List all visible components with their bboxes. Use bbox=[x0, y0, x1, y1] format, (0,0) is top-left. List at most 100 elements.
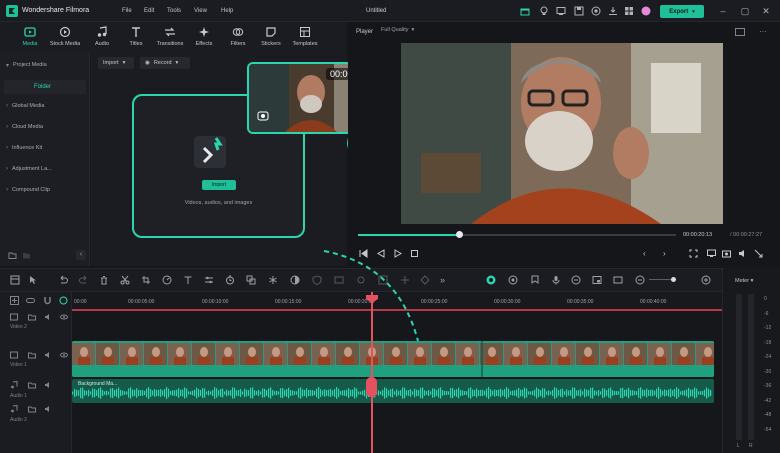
new-folder-icon[interactable] bbox=[8, 251, 17, 260]
video-preview bbox=[401, 43, 723, 224]
menu-help[interactable]: Help bbox=[221, 8, 233, 14]
voiceover-icon[interactable] bbox=[571, 275, 581, 285]
zoom-out-icon[interactable] bbox=[635, 275, 645, 285]
auto-ripple-icon[interactable] bbox=[486, 275, 496, 285]
lightbulb-icon[interactable] bbox=[539, 6, 549, 16]
import-dropdown[interactable]: Import ▾ bbox=[98, 57, 134, 69]
volume-icon[interactable] bbox=[738, 249, 747, 258]
tab-audio[interactable]: Audio bbox=[85, 26, 119, 50]
record-dropdown[interactable]: ◉ Record ▾ bbox=[140, 57, 190, 69]
magnet-icon[interactable] bbox=[43, 296, 52, 305]
tab-titles[interactable]: Titles bbox=[119, 26, 153, 50]
snap-icon[interactable] bbox=[59, 296, 68, 305]
mute-icon[interactable] bbox=[44, 381, 52, 389]
tick-label: 00:00:35:00 bbox=[567, 299, 594, 305]
sidebar-item-cloud-media[interactable]: › Cloud Media bbox=[6, 119, 88, 135]
pip-icon[interactable] bbox=[592, 275, 602, 285]
monitor-icon[interactable] bbox=[556, 6, 566, 16]
gift-icon[interactable] bbox=[520, 6, 530, 16]
menu-file[interactable]: File bbox=[122, 8, 132, 14]
zoom-slider-handle[interactable] bbox=[671, 277, 676, 282]
snapshot-frame-icon[interactable] bbox=[613, 275, 623, 285]
mute-icon[interactable] bbox=[44, 313, 52, 321]
meter-dropdown[interactable]: Meter ▾ bbox=[735, 278, 753, 284]
menu-tools[interactable]: Tools bbox=[167, 8, 181, 14]
audio-clip[interactable]: Background Ma... bbox=[72, 379, 714, 403]
tab-stickers[interactable]: Stickers bbox=[254, 26, 288, 50]
avatar[interactable] bbox=[641, 6, 651, 16]
chevron-right-icon[interactable]: › bbox=[663, 249, 672, 258]
quality-select[interactable]: Full Quality ▾ bbox=[381, 27, 414, 33]
more-tools-icon[interactable]: » bbox=[440, 275, 450, 285]
freeze-icon[interactable] bbox=[268, 275, 278, 285]
camera-snapshot-icon[interactable] bbox=[722, 249, 731, 258]
scissors-icon[interactable] bbox=[120, 275, 130, 285]
speed-icon[interactable] bbox=[162, 275, 172, 285]
grid-icon[interactable] bbox=[624, 6, 634, 16]
filmora-logo-icon bbox=[6, 5, 18, 17]
tab-effects[interactable]: Effects bbox=[187, 26, 221, 50]
sidebar-item-project-media[interactable]: ▾ Project Media bbox=[6, 57, 88, 73]
tab-stock-media[interactable]: Stock Media bbox=[48, 26, 82, 50]
display-icon[interactable] bbox=[707, 249, 716, 258]
link-icon[interactable] bbox=[26, 296, 35, 305]
fullscreen-icon[interactable] bbox=[689, 249, 698, 258]
tab-templates[interactable]: Templates bbox=[288, 26, 322, 50]
chevron-left-icon[interactable]: ‹ bbox=[643, 249, 652, 258]
delete-icon[interactable] bbox=[99, 275, 109, 285]
sidebar-item-folder[interactable]: Folder bbox=[4, 80, 86, 94]
select-tool-icon[interactable] bbox=[28, 275, 38, 285]
video-clip[interactable] bbox=[72, 341, 714, 377]
render-icon[interactable] bbox=[508, 275, 518, 285]
playhead[interactable] bbox=[371, 292, 373, 453]
minimize-button[interactable]: – bbox=[718, 5, 728, 17]
import-button[interactable]: Import bbox=[202, 180, 236, 190]
progress-handle[interactable] bbox=[456, 231, 463, 238]
menu-edit[interactable]: Edit bbox=[144, 8, 154, 14]
folder-track-icon[interactable] bbox=[28, 313, 36, 321]
tab-media[interactable]: Media bbox=[13, 26, 47, 50]
folder-icon[interactable] bbox=[22, 251, 31, 260]
text-tool-icon[interactable] bbox=[183, 275, 193, 285]
sidebar-item-adjustment-layer[interactable]: › Adjustment La... bbox=[6, 161, 88, 177]
chevron-down-icon: ▾ bbox=[175, 60, 179, 66]
tab-filters[interactable]: Filters bbox=[221, 26, 255, 50]
export-button[interactable]: Export ▾ bbox=[660, 5, 704, 18]
eye-icon[interactable] bbox=[60, 313, 68, 321]
eye-icon[interactable] bbox=[60, 351, 68, 359]
mute-icon[interactable] bbox=[44, 405, 52, 413]
undo-icon[interactable] bbox=[58, 275, 68, 285]
adjust-icon[interactable] bbox=[204, 275, 214, 285]
mask-icon[interactable] bbox=[290, 275, 300, 285]
support-icon[interactable] bbox=[591, 6, 601, 16]
download-icon[interactable] bbox=[608, 6, 618, 16]
menu-view[interactable]: View bbox=[194, 8, 207, 14]
layout-icon[interactable] bbox=[10, 275, 20, 285]
folder-track-icon[interactable] bbox=[28, 405, 36, 413]
collapse-sidebar-button[interactable]: ‹ bbox=[76, 250, 86, 260]
marker-icon[interactable] bbox=[530, 275, 540, 285]
add-track-icon[interactable] bbox=[10, 296, 19, 305]
close-button[interactable]: ✕ bbox=[761, 5, 771, 17]
folder-track-icon[interactable] bbox=[28, 381, 36, 389]
timer-icon[interactable] bbox=[225, 275, 235, 285]
snapshot-icon[interactable] bbox=[735, 28, 745, 36]
save-icon[interactable] bbox=[574, 6, 584, 16]
group-icon[interactable] bbox=[246, 275, 256, 285]
app-title: Wondershare Filmora bbox=[22, 7, 90, 14]
sidebar-item-compound-clip[interactable]: › Compound Clip bbox=[6, 182, 88, 198]
maximize-button[interactable]: ▢ bbox=[740, 5, 750, 17]
zoom-in-icon[interactable] bbox=[701, 275, 711, 285]
microphone-icon[interactable] bbox=[551, 275, 561, 285]
more-options-icon[interactable]: ⋯ bbox=[759, 27, 769, 37]
sidebar-item-global-media[interactable]: › Global Media bbox=[6, 98, 88, 114]
playhead-handle-icon[interactable] bbox=[365, 294, 379, 304]
folder-track-icon[interactable] bbox=[28, 351, 36, 359]
redo-icon[interactable] bbox=[79, 275, 89, 285]
crop-icon[interactable] bbox=[141, 275, 151, 285]
sidebar-item-influence-kit[interactable]: › Influence Kit bbox=[6, 140, 88, 156]
export-label: Export bbox=[669, 8, 689, 15]
tab-transitions[interactable]: Transitions bbox=[153, 26, 187, 50]
mute-icon[interactable] bbox=[44, 351, 52, 359]
expand-icon[interactable] bbox=[754, 249, 763, 258]
